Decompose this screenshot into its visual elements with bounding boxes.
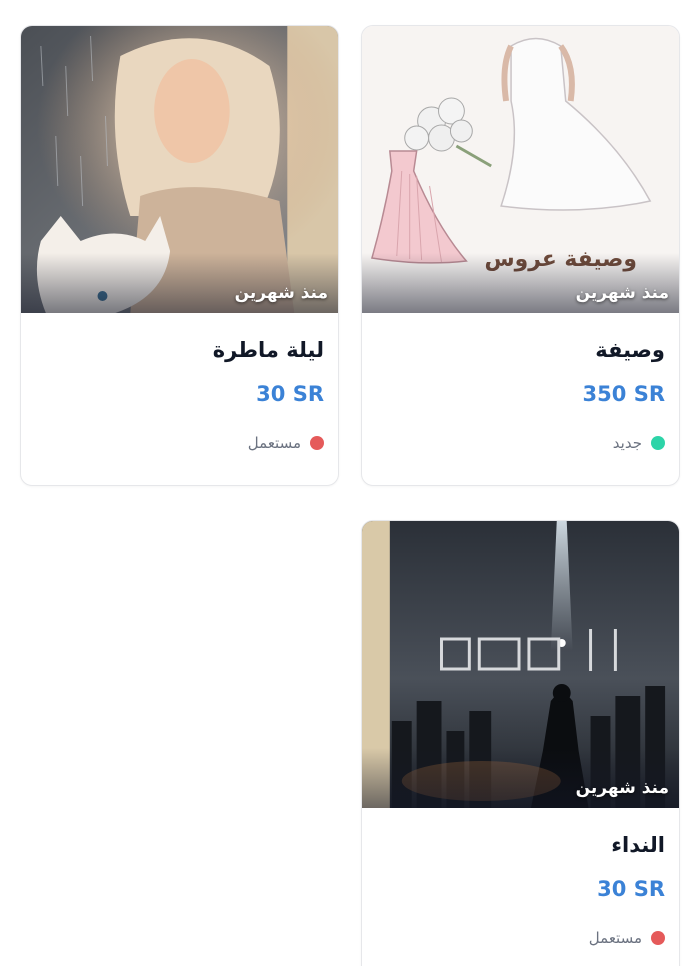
posted-time: منذ شهرين <box>575 778 669 798</box>
listing-price: 30 SR <box>597 877 665 901</box>
listing-card[interactable]: منذ شهرين النداء 30 SR مستعمل <box>361 520 680 966</box>
condition-dot <box>310 436 324 450</box>
condition-dot <box>651 436 665 450</box>
listing-card[interactable]: منذ شهرين ليلة ماطرة 30 SR مستعمل <box>20 25 339 486</box>
listing-title[interactable]: النداء <box>376 830 665 860</box>
listing-title[interactable]: وصيفة <box>376 335 665 365</box>
condition-label: مستعمل <box>588 929 642 947</box>
condition: جديد <box>376 432 665 454</box>
condition-label: جديد <box>612 434 642 452</box>
listing-image[interactable]: منذ شهرين <box>362 521 679 808</box>
posted-time: منذ شهرين <box>575 283 669 303</box>
listing-image[interactable]: وصيفة عروس منذ شهرين <box>362 26 679 313</box>
listing-title[interactable]: ليلة ماطرة <box>35 335 324 365</box>
condition: مستعمل <box>376 927 665 949</box>
listing-price: 350 SR <box>582 382 665 406</box>
posted-time: منذ شهرين <box>234 283 328 303</box>
condition: مستعمل <box>35 432 324 454</box>
listing-image[interactable]: منذ شهرين <box>21 26 338 313</box>
condition-label: مستعمل <box>247 434 301 452</box>
listing-price: 30 SR <box>256 382 324 406</box>
listing-card[interactable]: وصيفة عروس منذ شهرين وصيفة 350 SR جديد <box>361 25 680 486</box>
condition-dot <box>651 931 665 945</box>
listings-grid: وصيفة عروس منذ شهرين وصيفة 350 SR جديد <box>0 0 700 966</box>
